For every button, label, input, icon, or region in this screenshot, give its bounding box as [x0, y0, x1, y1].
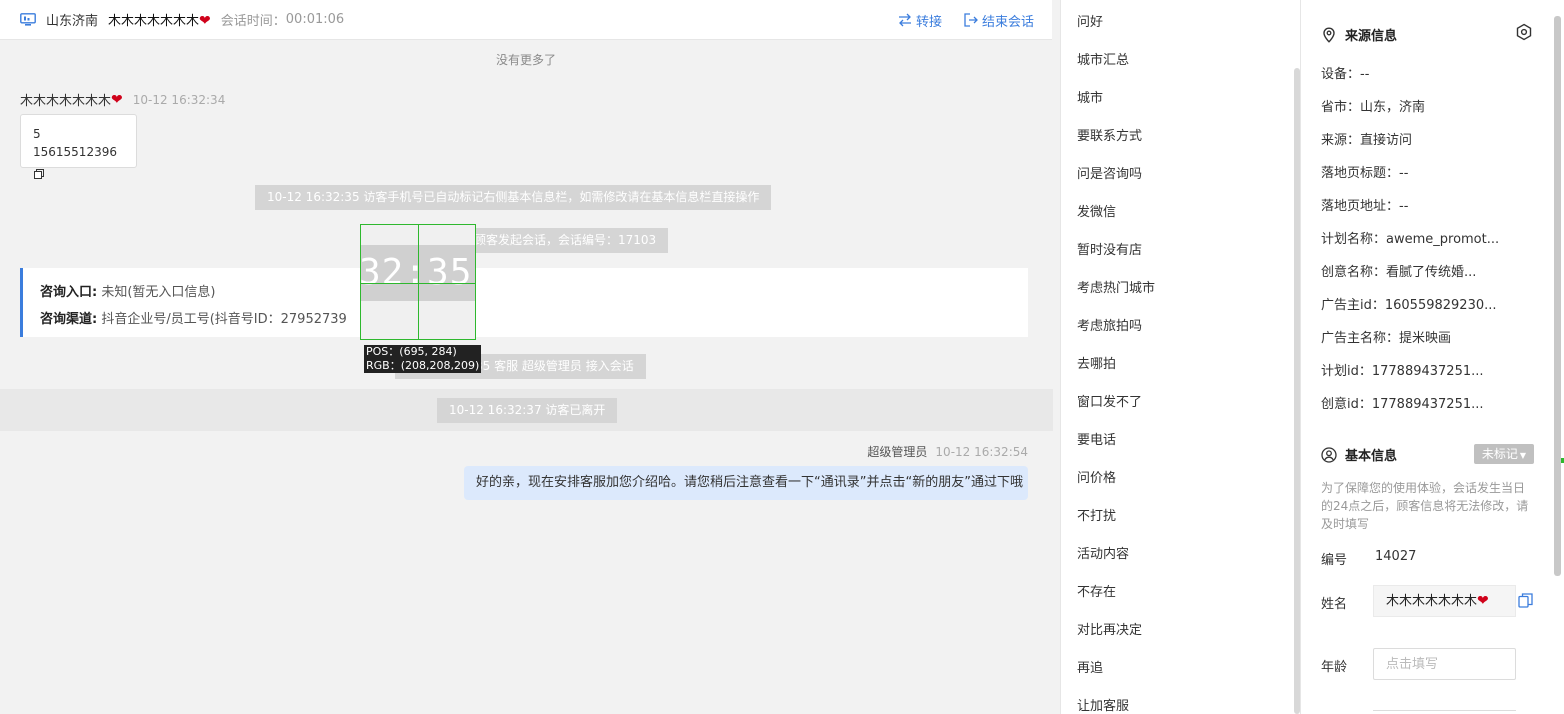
message-phone-line: 15615512396 [33, 143, 124, 179]
source-info-row: 计划名称：aweme_promot... [1321, 232, 1500, 247]
copy-icon[interactable] [1518, 593, 1533, 608]
visitor-name-text: 木木木木木木木 [108, 14, 200, 29]
message-time: 10-12 16:32:54 [935, 445, 1028, 459]
quick-reply-item[interactable]: 问好 [1077, 11, 1103, 30]
transfer-icon [898, 13, 911, 27]
source-info-row: 创意id：177889437251... [1321, 397, 1484, 412]
visitor-region: 山东济南 [46, 14, 99, 29]
caret-down-icon: ▼ [1519, 451, 1527, 460]
id-value: 14027 [1375, 549, 1417, 564]
heart-icon: ❤ [111, 91, 123, 108]
no-more-hint: 没有更多了 [495, 53, 556, 67]
consult-entry-value: 未知(暂无入口信息) [101, 285, 216, 300]
monitor-icon [20, 13, 36, 26]
source-info-title: 来源信息 [1321, 25, 1397, 44]
system-message: 顾客发起会话，会话编号：17103 [462, 228, 669, 253]
age-label: 年龄 [1321, 660, 1348, 675]
source-info-row: 省市：山东，济南 [1321, 100, 1426, 115]
consult-entry-label: 咨询入口: [40, 285, 98, 300]
session-time-label: 会话时间： [220, 14, 286, 29]
name-value: 木木木木木木木 [1386, 594, 1478, 609]
exit-icon [964, 13, 978, 27]
quick-reply-item[interactable]: 活动内容 [1077, 543, 1129, 562]
quick-reply-item[interactable]: 考虑热门城市 [1077, 277, 1155, 296]
quick-reply-item[interactable]: 窗口发不了 [1077, 391, 1142, 410]
age-input[interactable] [1373, 648, 1516, 680]
pixel-position: POS：(695, 284) [366, 345, 457, 358]
color-picker-magnifier: 32:35 讠 [360, 224, 476, 340]
info-panel-scrollbar[interactable] [1554, 16, 1561, 576]
id-label: 编号 [1321, 553, 1348, 568]
heart-icon: ❤ [199, 13, 211, 29]
agent-message-bubble: 好的亲，现在安排客服加您介绍哈。请您稍后注意查看一下“通讯录”并点击“新的朋友”… [464, 466, 1028, 500]
consult-info-card: 咨询入口: 未知(暂无入口信息) 咨询渠道: 抖音企业号/员工号(抖音号ID：2… [20, 268, 1028, 337]
visitor-name: 木木木木木木木❤ [108, 10, 211, 29]
copy-icon[interactable] [34, 166, 44, 179]
agent-message-meta: 超级管理员 10-12 16:32:54 [867, 443, 1028, 460]
source-info-row: 落地页标题：-- [1321, 166, 1409, 181]
quick-reply-item[interactable]: 暂时没有店 [1077, 239, 1142, 258]
location-pin-icon [1323, 26, 1335, 43]
source-info-row: 广告主id：160559829230... [1321, 298, 1497, 313]
heart-icon: ❤ [1477, 593, 1489, 609]
consult-channel-row: 咨询渠道: 抖音企业号/员工号(抖音号ID：27952739 [40, 306, 1028, 333]
quick-reply-item[interactable]: 问是咨询吗 [1077, 163, 1142, 182]
tag-dropdown[interactable]: 未标记 ▼ [1474, 444, 1534, 464]
quick-reply-item[interactable]: 城市 [1077, 87, 1103, 106]
source-info-row: 落地页地址：-- [1321, 199, 1409, 214]
message-sender: 木木木木木木木 [20, 94, 112, 109]
quick-reply-item[interactable]: 发微信 [1077, 201, 1116, 220]
transfer-button[interactable]: 转接 [898, 11, 942, 30]
user-circle-icon [1321, 446, 1337, 463]
chat-area: 山东济南 木木木木木木木❤ 会话时间： 00:01:06 转接 结束会话 没有更… [0, 0, 1060, 714]
quick-reply-item[interactable]: 再追 [1077, 657, 1103, 676]
consult-channel-value: 抖音企业号/员工号(抖音号ID：27952739 [101, 312, 347, 327]
tag-dropdown-label: 未标记 [1481, 447, 1518, 461]
quick-reply-item[interactable]: 要联系方式 [1077, 125, 1142, 144]
system-message: 10-12 16:32:37 访客已离开 [437, 398, 618, 423]
consult-channel-label: 咨询渠道: [40, 312, 98, 327]
quick-reply-item[interactable]: 让加客服 [1077, 695, 1129, 714]
system-message: 10-12 16:32:35 访客手机号已自动标记右侧基本信息栏，如需修改请在基… [255, 185, 772, 210]
source-info-row: 计划id：177889437251... [1321, 364, 1484, 379]
customer-info-panel: 来源信息 设备：-- 省市：山东，济南 来源：直接访问 落地页标题：-- 落地页地址：-… [1300, 0, 1564, 714]
basic-info-title: 基本信息 [1321, 445, 1397, 464]
quick-reply-item[interactable]: 不打扰 [1077, 505, 1116, 524]
visitor-message-meta: 木木木木木木木 ❤ 10-12 16:32:34 [20, 90, 226, 110]
source-info-row: 来源：直接访问 [1321, 133, 1413, 148]
source-info-row: 广告主名称：提米映画 [1321, 331, 1452, 346]
phone-number: 15615512396 [33, 145, 117, 159]
header-actions: 转接 结束会话 [898, 0, 1034, 40]
message-sender: 超级管理员 [867, 445, 928, 459]
source-info-label: 来源信息 [1345, 29, 1398, 44]
visitor-message-bubble: 5 15615512396 [20, 114, 137, 179]
edit-notice: 为了保障您的使用体验，会话发生当日的24点之后，顾客信息将无法修改，请及时填写 [1321, 481, 1529, 531]
name-field[interactable]: 木木木木木木木❤ [1373, 585, 1516, 617]
next-field-edge [1373, 710, 1516, 714]
basic-info-label: 基本信息 [1345, 449, 1398, 464]
source-info-row: 创意名称：看腻了传统婚... [1321, 265, 1477, 280]
session-time: 00:01:06 [285, 12, 345, 27]
message-time: 10-12 16:32:34 [132, 92, 226, 107]
chat-header: 山东济南 木木木木木木木❤ 会话时间： 00:01:06 转接 结束会话 [0, 0, 1052, 40]
end-session-button[interactable]: 结束会话 [964, 11, 1034, 30]
message-line: 5 [33, 127, 41, 141]
crosshair-horizontal [361, 283, 475, 284]
quick-reply-item[interactable]: 城市汇总 [1077, 49, 1129, 68]
quick-reply-item[interactable]: 要电话 [1077, 429, 1116, 448]
pixel-rgb: RGB：(208,208,209) [366, 359, 480, 372]
quick-reply-item[interactable]: 问价格 [1077, 467, 1116, 486]
pixel-info-tooltip: POS：(695, 284) RGB：(208,208,209) [364, 345, 482, 373]
name-label: 姓名 [1321, 597, 1348, 612]
transfer-label: 转接 [915, 14, 942, 30]
end-session-label: 结束会话 [981, 14, 1034, 30]
quick-reply-item[interactable]: 对比再决定 [1077, 619, 1142, 638]
settings-icon[interactable] [1515, 23, 1533, 41]
quick-reply-list: 问好城市汇总城市要联系方式问是咨询吗发微信暂时没有店考虑热门城市 考虑旅拍吗去哪拍… [1060, 0, 1300, 714]
quick-reply-item[interactable]: 考虑旅拍吗 [1077, 315, 1142, 334]
source-info-row: 设备：-- [1321, 67, 1370, 82]
consult-entry-row: 咨询入口: 未知(暂无入口信息) [40, 279, 1028, 306]
quick-reply-item[interactable]: 不存在 [1077, 581, 1116, 600]
quick-reply-item[interactable]: 去哪拍 [1077, 353, 1116, 372]
